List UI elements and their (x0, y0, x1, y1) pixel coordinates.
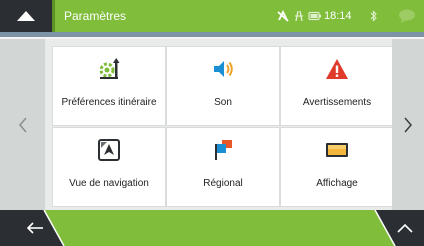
battery-icon (308, 0, 322, 32)
tile-route-preferences[interactable]: Préférences itinéraire (53, 47, 165, 125)
tile-display[interactable]: Affichage (281, 128, 393, 206)
previous-page-button[interactable] (0, 39, 45, 210)
tile-label: Préférences itinéraire (61, 97, 157, 108)
road-icon (292, 0, 306, 32)
chevron-right-icon (404, 117, 412, 132)
message-icon (398, 0, 416, 32)
tile-label: Vue de navigation (69, 178, 149, 189)
more-options-button[interactable] (392, 210, 418, 246)
tile-label: Son (214, 97, 232, 108)
tile-regional[interactable]: Régional (167, 128, 279, 206)
next-page-button[interactable] (392, 39, 424, 210)
settings-panel: Préférences itinéraire Son Avertissement… (0, 39, 424, 210)
map-view-icon (97, 138, 121, 162)
tile-label: Régional (203, 178, 243, 189)
flags-icon (211, 138, 235, 162)
page-title: Paramètres (64, 9, 127, 23)
menu-up-button[interactable] (0, 0, 52, 32)
display-icon (325, 138, 349, 162)
title-tab: Paramètres 18:14 (52, 0, 424, 32)
tile-label: Affichage (316, 178, 358, 189)
gps-off-icon (276, 0, 290, 32)
chevron-up-icon (17, 11, 35, 21)
chevron-up-icon (397, 223, 413, 233)
tile-sound[interactable]: Son (167, 47, 279, 125)
warning-icon (325, 57, 349, 81)
back-button[interactable] (20, 210, 50, 246)
back-arrow-icon (26, 222, 43, 234)
tile-label: Avertissements (302, 97, 372, 108)
clock-time: 18:14 (324, 10, 352, 22)
bluetooth-icon (370, 0, 378, 32)
tile-navigation-view[interactable]: Vue de navigation (53, 128, 165, 206)
tile-warnings[interactable]: Avertissements (281, 47, 393, 125)
chevron-left-icon (18, 117, 27, 132)
top-bar: Paramètres 18:14 (0, 0, 424, 32)
settings-grid: Préférences itinéraire Son Avertissement… (53, 47, 393, 206)
speaker-icon (211, 57, 235, 81)
route-preferences-icon (97, 57, 121, 81)
bottom-bar-green (43, 210, 396, 246)
